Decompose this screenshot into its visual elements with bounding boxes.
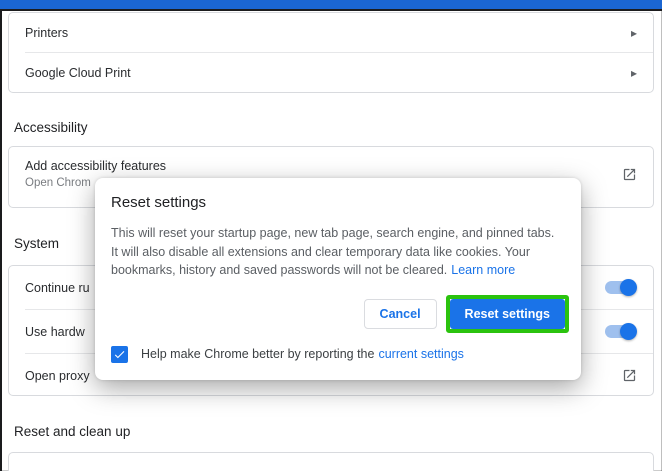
printing-card: Printers ▸ Google Cloud Print ▸ (8, 12, 654, 93)
printers-row[interactable]: Printers ▸ (9, 13, 653, 52)
reset-settings-button[interactable]: Reset settings (450, 299, 565, 329)
google-cloud-print-label: Google Cloud Print (25, 66, 631, 80)
report-settings-row: Help make Chrome better by reporting the… (111, 346, 565, 363)
report-settings-label: Help make Chrome better by reporting the… (141, 347, 464, 361)
browser-top-bar (0, 0, 662, 9)
browser-top-bar-divider (0, 9, 662, 11)
dialog-body: This will reset your startup page, new t… (111, 224, 563, 280)
open-in-new-icon (622, 167, 637, 182)
dialog-button-row: Cancel Reset settings (95, 295, 569, 333)
printers-label: Printers (25, 26, 631, 40)
chrome-settings-page: Printers ▸ Google Cloud Print ▸ Accessib… (0, 0, 662, 471)
continue-running-toggle[interactable] (605, 281, 635, 294)
learn-more-link[interactable]: Learn more (451, 263, 515, 277)
report-settings-checkbox[interactable] (111, 346, 128, 363)
chevron-right-icon: ▸ (631, 27, 637, 39)
google-cloud-print-row[interactable]: Google Cloud Print ▸ (9, 53, 653, 92)
checkmark-icon (113, 348, 126, 361)
system-heading: System (14, 236, 59, 251)
annotation-highlight-box: Reset settings (446, 295, 569, 333)
reset-and-clean-up-card (8, 452, 654, 471)
hardware-acceleration-toggle[interactable] (605, 325, 635, 338)
reset-and-clean-up-heading: Reset and clean up (14, 424, 130, 439)
add-accessibility-features-label: Add accessibility features (25, 159, 637, 173)
dialog-title: Reset settings (111, 194, 565, 211)
toggle-knob (620, 323, 637, 340)
cancel-button[interactable]: Cancel (364, 299, 437, 329)
accessibility-heading: Accessibility (14, 120, 88, 135)
chevron-right-icon: ▸ (631, 67, 637, 79)
open-in-new-icon (622, 368, 637, 383)
current-settings-link[interactable]: current settings (378, 347, 463, 361)
reset-settings-dialog: Reset settings This will reset your star… (95, 178, 581, 380)
toggle-knob (620, 279, 637, 296)
